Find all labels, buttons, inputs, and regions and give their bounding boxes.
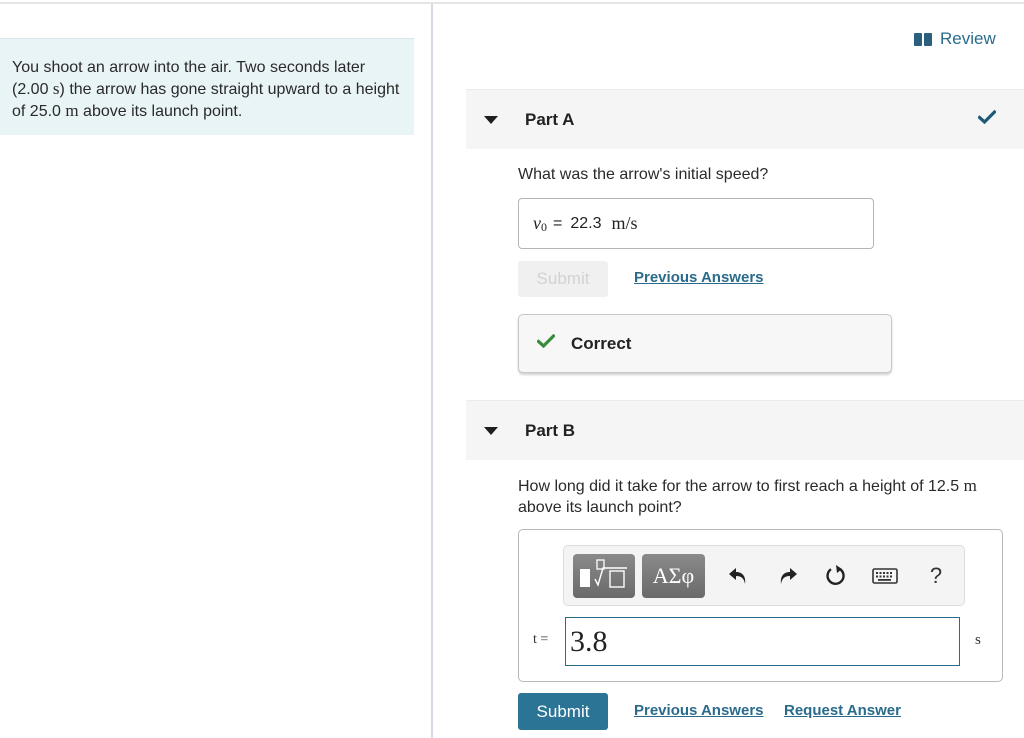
reset-icon[interactable]	[822, 562, 850, 590]
answer-variable: v	[533, 213, 541, 233]
math-toolbar: ΑΣφ ?	[563, 545, 965, 606]
part-b-previous-answers-link[interactable]: Previous Answers	[634, 702, 764, 719]
column-divider	[431, 4, 433, 738]
checkmark-icon	[977, 109, 997, 129]
part-b-answer-panel: ΑΣφ ? t = 3.8 s	[518, 529, 1003, 682]
templates-button[interactable]	[573, 554, 635, 598]
collapse-caret-icon[interactable]	[484, 426, 498, 435]
undo-icon[interactable]	[724, 562, 752, 590]
answer-subscript: 0	[541, 220, 547, 234]
redo-icon[interactable]	[774, 562, 802, 590]
part-a-answer-display: v0 = 22.3 m/s	[518, 198, 874, 249]
answer-units: m/s	[611, 213, 638, 233]
book-icon	[914, 32, 932, 46]
answer-input[interactable]: 3.8	[565, 617, 960, 666]
templates-icon	[577, 557, 631, 596]
answer-variable-label: t =	[533, 632, 549, 647]
problem-statement: You shoot an arrow into the air. Two sec…	[0, 38, 414, 135]
question-unit: m	[963, 476, 977, 495]
collapse-caret-icon[interactable]	[484, 115, 498, 124]
review-label: Review	[940, 29, 996, 48]
request-answer-link[interactable]: Request Answer	[784, 702, 901, 719]
part-b-question: How long did it take for the arrow to fi…	[518, 475, 1008, 518]
part-b-submit-button[interactable]: Submit	[518, 693, 608, 730]
question-text: How long did it take for the arrow to fi…	[518, 478, 964, 495]
keyboard-icon[interactable]	[870, 562, 900, 590]
help-button[interactable]: ?	[922, 562, 950, 590]
part-a-question: What was the arrow's initial speed?	[518, 166, 769, 183]
greek-symbols-button[interactable]: ΑΣφ	[642, 554, 705, 598]
answer-units: s	[975, 632, 981, 648]
question-text: above its launch point?	[518, 499, 682, 516]
review-link[interactable]: Review	[914, 29, 996, 49]
part-a-title: Part A	[525, 109, 575, 129]
part-a-previous-answers-link[interactable]: Previous Answers	[634, 269, 764, 286]
top-divider	[0, 2, 1024, 4]
correct-feedback: Correct	[518, 314, 892, 373]
part-b-header[interactable]: Part B	[466, 400, 1024, 460]
part-a-submit-button: Submit	[518, 261, 608, 297]
problem-text: above its launch point.	[78, 103, 243, 120]
feedback-text: Correct	[571, 333, 632, 353]
problem-unit-seconds: s	[52, 79, 60, 98]
answer-equals: =	[553, 214, 563, 232]
answer-value: 22.3	[570, 214, 602, 232]
part-a-header[interactable]: Part A	[466, 89, 1024, 149]
problem-unit-meters: m	[65, 101, 79, 120]
checkmark-icon	[536, 333, 556, 353]
part-b-title: Part B	[525, 420, 576, 440]
